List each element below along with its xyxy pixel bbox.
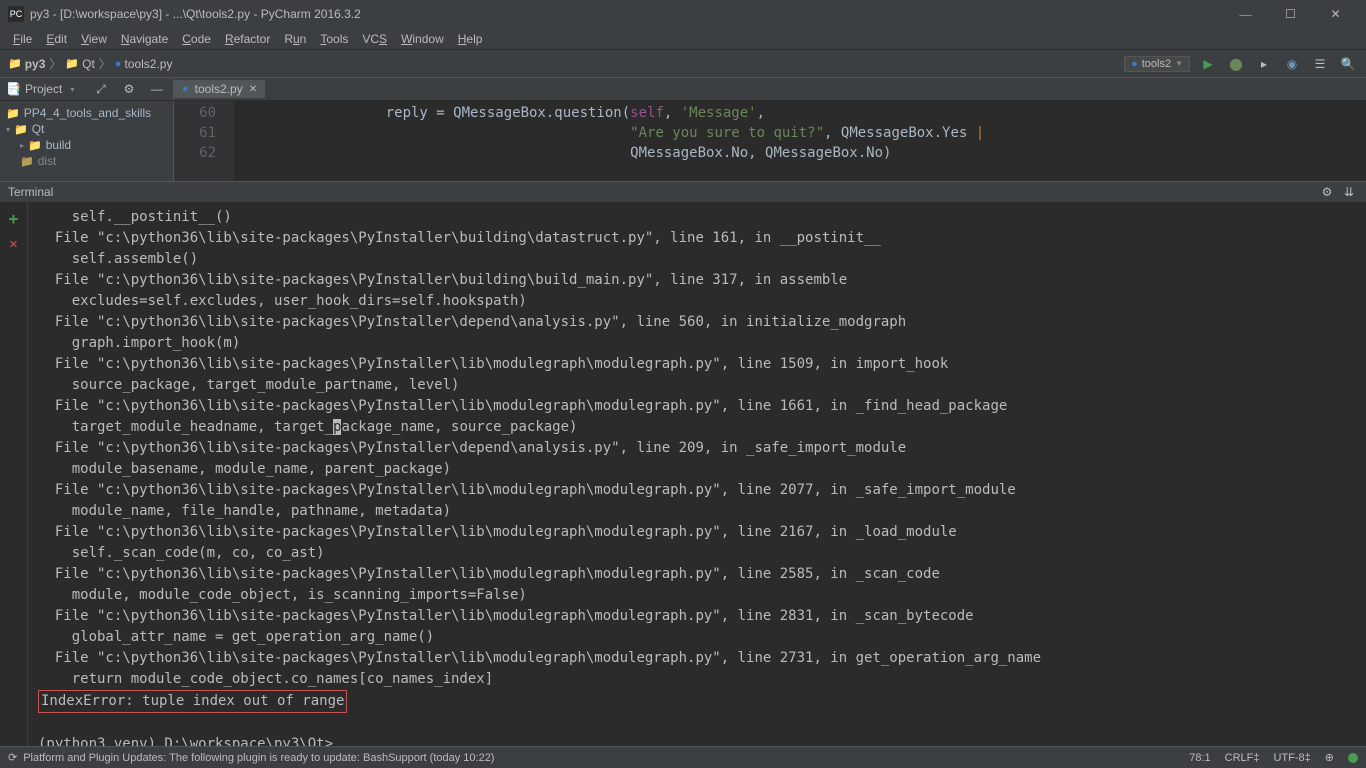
python-file-icon: ● [182, 83, 189, 95]
project-tool-header[interactable]: 📑Project ▾ ⤢ ⚙ — [0, 78, 174, 100]
chevron-down-icon: ▾ [70, 85, 74, 94]
close-session-button[interactable]: ✕ [9, 236, 17, 252]
caret-position[interactable]: 78:1 [1189, 752, 1210, 764]
menu-tools[interactable]: Tools [313, 30, 355, 48]
chevron-down-icon: ▼ [1175, 59, 1183, 68]
menu-view[interactable]: View [74, 30, 114, 48]
python-file-icon: ● [1131, 58, 1138, 70]
terminal-panel: + ✕ self.__postinit__() File "c:\python3… [0, 203, 1366, 755]
menu-refactor[interactable]: Refactor [218, 30, 277, 48]
breadcrumb-item-root[interactable]: 📁py3 [8, 57, 45, 71]
minimize-button[interactable]: — [1223, 0, 1268, 28]
menu-edit[interactable]: Edit [39, 30, 74, 48]
folder-icon: 📁 [20, 155, 34, 168]
status-message[interactable]: Platform and Plugin Updates: The followi… [23, 752, 494, 764]
hide-icon[interactable]: ⇊ [1340, 183, 1358, 201]
expanded-icon: ▾ [6, 125, 10, 134]
menu-code[interactable]: Code [175, 30, 218, 48]
terminal-header[interactable]: Terminal ⚙ ⇊ [0, 181, 1366, 203]
menu-vcs[interactable]: VCS [355, 30, 394, 48]
gear-icon[interactable]: ⚙ [1318, 183, 1336, 201]
menu-file[interactable]: File [6, 30, 39, 48]
tree-item-dist[interactable]: 📁dist [6, 153, 167, 169]
chevron-right-icon: 〉 [49, 55, 61, 72]
context-indicator[interactable]: ⊕ [1325, 751, 1334, 764]
menu-window[interactable]: Window [394, 30, 451, 48]
status-indicator-icon [1348, 753, 1358, 763]
project-tree[interactable]: 📁PP4_4_tools_and_skills ▾📁Qt ▸📁build 📁di… [0, 101, 174, 181]
window-title: py3 - [D:\workspace\py3] - ...\Qt\tools2… [30, 7, 1223, 21]
close-button[interactable]: ✕ [1313, 0, 1358, 28]
tab-tools2[interactable]: ● tools2.py ✕ [174, 80, 266, 98]
encoding[interactable]: UTF-8‡ [1273, 752, 1310, 764]
editor-tabs: ● tools2.py ✕ [174, 78, 266, 100]
tree-item-build[interactable]: ▸📁build [6, 137, 167, 153]
code-editor[interactable]: 606162 reply = QMessageBox.question(self… [174, 101, 1366, 181]
terminal-toolbar: + ✕ [0, 203, 28, 755]
folder-icon: 📁 [6, 107, 20, 120]
terminal-title: Terminal [8, 185, 1314, 199]
new-session-button[interactable]: + [9, 209, 19, 228]
breadcrumb-item-file[interactable]: ●tools2.py [115, 57, 173, 71]
gutter: 606162 [174, 101, 234, 181]
tree-item-qt[interactable]: ▾📁Qt [6, 121, 167, 137]
folder-icon: 📁 [8, 57, 22, 70]
menu-navigate[interactable]: Navigate [114, 30, 175, 48]
run-config-select[interactable]: ●tools2▼ [1124, 56, 1190, 72]
stop-button[interactable]: ☰ [1310, 54, 1330, 74]
collapsed-icon: ▸ [20, 141, 24, 150]
menubar: File Edit View Navigate Code Refactor Ru… [0, 28, 1366, 50]
folder-icon: 📁 [65, 57, 79, 70]
tool-tabs-bar: 📑Project ▾ ⤢ ⚙ — ● tools2.py ✕ [0, 78, 1366, 101]
folder-icon: 📁 [28, 139, 42, 152]
profile-button[interactable]: ◉ [1282, 54, 1302, 74]
run-with-coverage-button[interactable]: ▸ [1254, 54, 1274, 74]
breadcrumb: 📁py3 〉 📁Qt 〉 ●tools2.py [8, 55, 1124, 72]
search-button[interactable]: 🔍 [1338, 54, 1358, 74]
statusbar: ⟳ Platform and Plugin Updates: The follo… [0, 746, 1366, 768]
titlebar: PC py3 - [D:\workspace\py3] - ...\Qt\too… [0, 0, 1366, 28]
terminal-output[interactable]: self.__postinit__() File "c:\python36\li… [28, 203, 1366, 755]
app-icon: PC [8, 6, 24, 22]
folder-icon: 📁 [14, 123, 28, 136]
breadcrumb-item-qt[interactable]: 📁Qt [65, 57, 94, 71]
collapse-icon[interactable]: ⤢ [91, 79, 111, 99]
error-line: IndexError: tuple index out of range [38, 690, 347, 713]
line-separator[interactable]: CRLF‡ [1225, 752, 1260, 764]
run-button[interactable]: ▶ [1198, 54, 1218, 74]
gear-icon[interactable]: ⚙ [119, 79, 139, 99]
hide-icon[interactable]: — [147, 79, 167, 99]
python-file-icon: ● [115, 58, 122, 70]
navigation-bar: 📁py3 〉 📁Qt 〉 ●tools2.py ●tools2▼ ▶ ⬤ ▸ ◉… [0, 50, 1366, 78]
menu-run[interactable]: Run [277, 30, 313, 48]
debug-button[interactable]: ⬤ [1226, 54, 1246, 74]
chevron-right-icon: 〉 [99, 55, 111, 72]
close-icon[interactable]: ✕ [249, 84, 257, 95]
project-icon: 📑 [6, 82, 21, 96]
update-icon: ⟳ [8, 751, 17, 764]
tree-item[interactable]: 📁PP4_4_tools_and_skills [6, 105, 167, 121]
maximize-button[interactable]: ☐ [1268, 0, 1313, 28]
menu-help[interactable]: Help [451, 30, 490, 48]
code-area[interactable]: reply = QMessageBox.question(self, 'Mess… [234, 101, 1366, 181]
